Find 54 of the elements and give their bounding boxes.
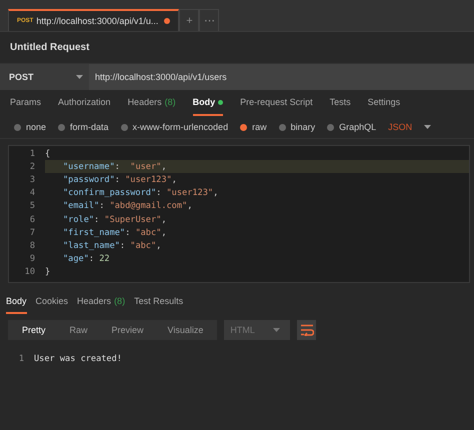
request-section-tab[interactable]: Tests (330, 90, 351, 116)
view-mode-button[interactable]: Visualize (156, 320, 216, 340)
code-line: "age": 22 (62, 253, 111, 266)
body-type-radio[interactable]: binary (278, 122, 316, 132)
code-line: "role": "SuperUser", (62, 214, 168, 226)
format-dropdown[interactable]: JSON (388, 122, 432, 132)
code-line: "email": "abd@gmail.com", (62, 200, 194, 213)
method-dropdown[interactable]: POST (0, 64, 89, 90)
line-number: 6 (28, 214, 36, 225)
line-number: 10 (24, 267, 36, 278)
request-section-tab[interactable]: Pre-request Script (240, 90, 313, 116)
code-line: "confirm_password": "user123", (62, 187, 220, 200)
request-section-tab[interactable]: Settings (368, 90, 400, 116)
caret-icon (76, 75, 83, 79)
wrap-lines-button[interactable] (297, 320, 316, 340)
code-editor[interactable]: 1 { 2 "username": "user", 3 "password": "user123", 4 "confirm_password": "user123", 5 "email": "abd@gmail.com", 6 "role": "SuperUser", 7 "first_name": "abc", 8 "last_name": "abc", 9 "age": 22 10 } (8, 145, 470, 283)
caret-icon (273, 328, 280, 332)
caret-icon (424, 125, 432, 129)
code-line: "password": "user123", (62, 174, 178, 187)
view-mode-button[interactable]: Pretty (10, 320, 58, 340)
response-tab[interactable]: Body (6, 290, 27, 314)
request-section-tab[interactable]: Body (192, 90, 224, 116)
body-type-radio[interactable]: GraphQL (327, 122, 376, 132)
code-line: "first_name": "abc", (62, 226, 168, 240)
body-type-radio[interactable]: form-data (58, 122, 109, 132)
line-number: 8 (28, 240, 36, 251)
body-type-radio[interactable]: none (14, 122, 46, 132)
code-line: { (45, 148, 52, 160)
response-tab[interactable]: Headers (8) (77, 290, 126, 314)
body-type-radio[interactable]: x-www-form-urlencoded (120, 122, 228, 132)
url-field[interactable]: http://localhost:3000/api/v1/users (89, 64, 474, 90)
request-section-tab[interactable]: Params (10, 90, 42, 116)
line-number: 1 (28, 148, 36, 159)
line-number: 9 (28, 254, 36, 264)
tab-action-button[interactable]: + (179, 9, 200, 31)
response-text: User was created! (34, 354, 122, 364)
code-line: "last_name": "abc", (62, 240, 162, 252)
line-number: 2 (28, 162, 36, 172)
wrap-icon (300, 324, 314, 336)
line-number: 7 (28, 228, 36, 238)
response-tab[interactable]: Test Results (134, 290, 184, 314)
code-line: } (45, 266, 52, 279)
body-type-radio[interactable]: raw (240, 122, 267, 132)
request-section-tab[interactable]: Authorization (58, 90, 111, 116)
view-mode-button[interactable]: Raw (58, 320, 100, 340)
line-number: 3 (28, 174, 36, 185)
view-mode-button[interactable]: Preview (100, 320, 156, 340)
response-tab[interactable]: Cookies (36, 290, 68, 314)
line-number: 5 (28, 201, 36, 212)
tab-action-button[interactable]: ⋯ (199, 9, 220, 31)
request-title: Untitled Request (10, 42, 90, 53)
line-number: 4 (28, 188, 36, 198)
line-number: 1 (18, 354, 25, 364)
request-section-tab[interactable]: Headers (8) (128, 90, 176, 116)
